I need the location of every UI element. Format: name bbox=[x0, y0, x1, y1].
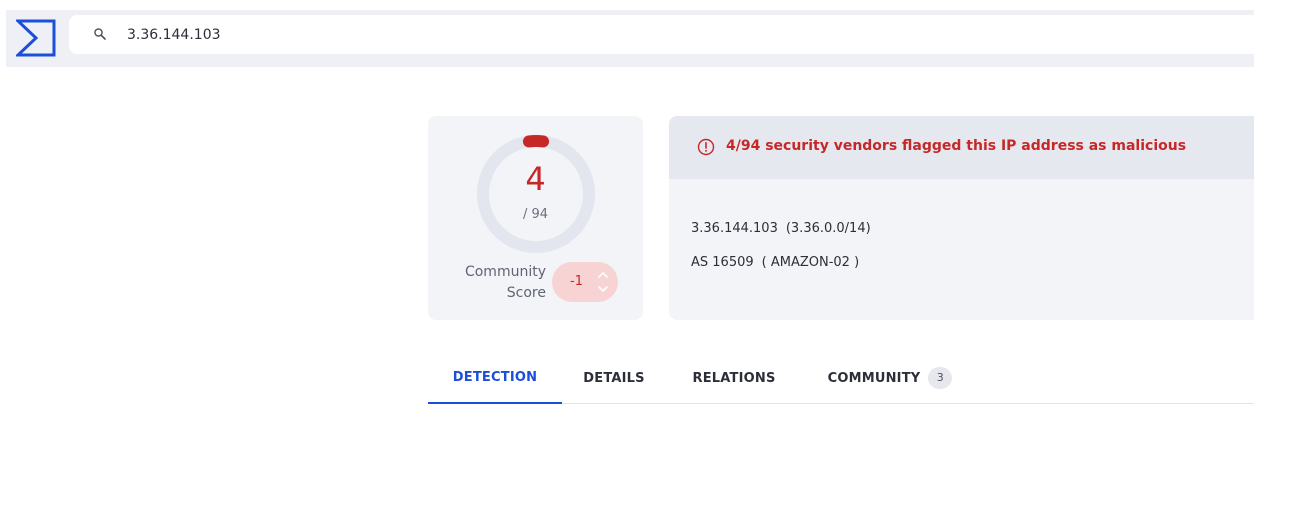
tab-details-label: DETAILS bbox=[583, 370, 645, 386]
detection-count: 4 bbox=[525, 160, 546, 198]
malicious-alert-bar: 4/94 security vendors flagged this IP ad… bbox=[669, 116, 1254, 179]
tab-relations[interactable]: RELATIONS bbox=[684, 352, 784, 404]
virustotal-logo-icon[interactable] bbox=[16, 18, 56, 58]
community-count-badge: 3 bbox=[928, 367, 953, 389]
community-score-label: Community Score bbox=[450, 262, 546, 304]
alert-circle-icon bbox=[697, 138, 715, 156]
top-bar bbox=[6, 10, 1254, 67]
ip-info-card: 4/94 security vendors flagged this IP ad… bbox=[669, 116, 1254, 320]
detection-total: / 94 bbox=[522, 207, 549, 222]
as-number[interactable]: AS 16509 bbox=[691, 255, 754, 270]
tab-details[interactable]: DETAILS bbox=[578, 352, 650, 404]
vote-down-icon[interactable] bbox=[598, 284, 608, 294]
ip-address-line: 3.36.144.103 (3.36.0.0/14) bbox=[691, 221, 871, 236]
tab-relations-label: RELATIONS bbox=[692, 370, 776, 386]
community-label-line2: Score bbox=[506, 285, 546, 301]
tab-detection[interactable]: DETECTION bbox=[428, 352, 562, 404]
tab-detection-label: DETECTION bbox=[452, 369, 538, 385]
search-icon bbox=[94, 28, 106, 40]
community-score-value: -1 bbox=[570, 274, 583, 289]
ip-address[interactable]: 3.36.144.103 bbox=[691, 221, 778, 236]
detection-score-card: 4 / 94 Community Score -1 bbox=[428, 116, 643, 320]
community-score-pill: -1 bbox=[552, 262, 618, 302]
as-line: AS 16509 ( AMAZON-02 ) bbox=[691, 255, 859, 270]
ip-range[interactable]: (3.36.0.0/14) bbox=[786, 221, 871, 236]
search-input[interactable] bbox=[127, 15, 1227, 54]
report-tabs: DETECTION DETAILS RELATIONS COMMUNITY 3 bbox=[428, 352, 1254, 404]
as-owner[interactable]: ( AMAZON-02 ) bbox=[762, 255, 860, 270]
tab-community-label: COMMUNITY bbox=[827, 370, 921, 386]
vote-up-icon[interactable] bbox=[598, 270, 608, 280]
alert-text: 4/94 security vendors flagged this IP ad… bbox=[726, 138, 1187, 154]
search-box[interactable] bbox=[69, 15, 1254, 54]
tab-community[interactable]: COMMUNITY 3 bbox=[820, 352, 960, 404]
community-label-line1: Community bbox=[464, 264, 546, 280]
